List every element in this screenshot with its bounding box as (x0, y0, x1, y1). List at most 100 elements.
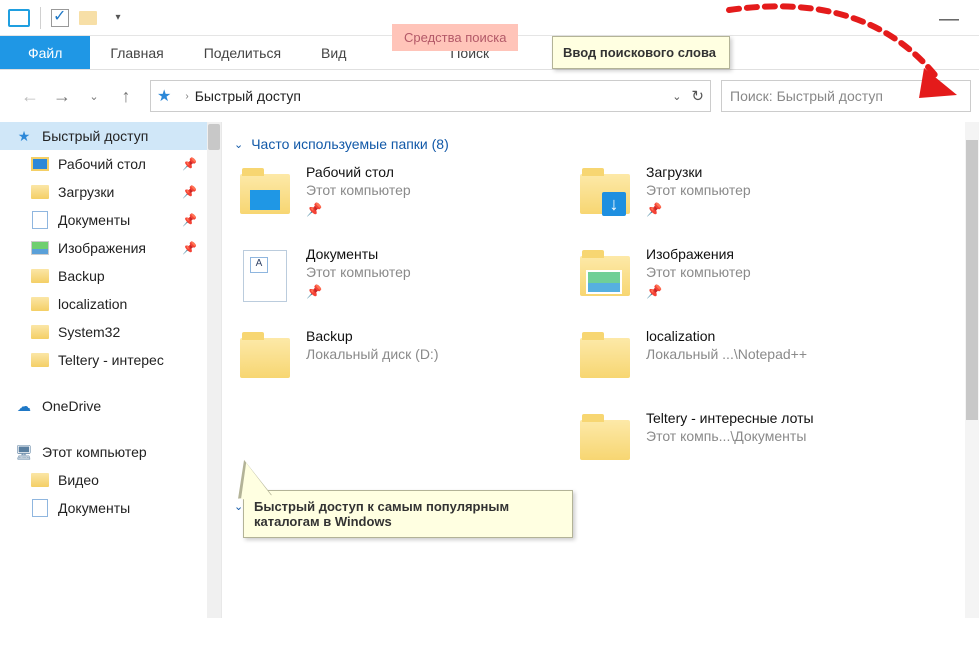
sidebar-item-teltery[interactable]: Teltery - интерес (0, 346, 221, 374)
tile-name: Teltery - интересные лоты (646, 410, 814, 426)
pin-icon: 📌 (182, 185, 197, 199)
pin-icon: 📌 (182, 157, 197, 171)
star-icon: ★ (14, 127, 34, 145)
sidebar-item-label: Изображения (58, 240, 146, 256)
tile-localization[interactable]: localization Локальный ...\Notepad++ (574, 328, 914, 388)
tile-pictures[interactable]: Изображения Этот компьютер 📌 (574, 246, 914, 306)
pictures-icon (30, 239, 50, 257)
sidebar-item-documents[interactable]: Документы 📌 (0, 206, 221, 234)
callout-search-hint: Ввод поискового слова (552, 36, 730, 69)
sidebar-item-documents-pc[interactable]: Документы (0, 494, 221, 522)
tile-documents[interactable]: Документы Этот компьютер 📌 (234, 246, 574, 306)
qat-customize-button[interactable]: ▾ (103, 5, 129, 31)
chevron-down-icon: ⌄ (234, 138, 243, 151)
sidebar-item-system32[interactable]: System32 (0, 318, 221, 346)
tab-view[interactable]: Вид (301, 36, 366, 69)
sidebar-item-label: Документы (58, 500, 130, 516)
tile-sub: Этот компьютер (306, 264, 411, 280)
navigation-pane: ★ Быстрый доступ Рабочий стол 📌 Загрузки… (0, 122, 222, 618)
minimize-button[interactable]: — (939, 8, 959, 31)
refresh-icon[interactable]: ↻ (691, 87, 704, 105)
folder-icon (30, 295, 50, 313)
downloads-icon (30, 183, 50, 201)
tile-sub: Этот компь...\Документы (646, 428, 814, 444)
folder-icon (234, 328, 296, 388)
separator (40, 7, 41, 29)
sidebar-item-label: Быстрый доступ (42, 128, 148, 144)
tile-name: Backup (306, 328, 439, 344)
sidebar-item-label: localization (58, 296, 127, 312)
sidebar-item-label: Backup (58, 268, 105, 284)
documents-icon (30, 211, 50, 229)
documents-icon (30, 499, 50, 517)
tab-share[interactable]: Поделиться (184, 36, 301, 69)
folder-icon (574, 328, 636, 388)
sidebar-item-label: Teltery - интерес (58, 352, 164, 368)
sidebar-item-label: Этот компьютер (42, 444, 147, 460)
folder-icon (30, 351, 50, 369)
chevron-down-icon: ⌄ (234, 500, 243, 513)
sidebar-item-label: Загрузки (58, 184, 114, 200)
desktop-folder-icon (234, 164, 296, 224)
qat-newfolder-button[interactable] (75, 5, 101, 31)
tab-file[interactable]: Файл (0, 36, 90, 69)
nav-forward-button[interactable]: → (48, 82, 76, 110)
sidebar-item-downloads[interactable]: Загрузки 📌 (0, 178, 221, 206)
sidebar-quick-access[interactable]: ★ Быстрый доступ (0, 122, 221, 150)
onedrive-icon: ☁ (14, 397, 34, 415)
sidebar-item-label: Видео (58, 472, 99, 488)
documents-folder-icon (234, 246, 296, 306)
nav-back-button[interactable]: ← (16, 82, 44, 110)
sidebar-scrollbar[interactable] (207, 122, 221, 618)
qat-properties-button[interactable] (47, 5, 73, 31)
address-bar[interactable]: ★ › Быстрый доступ ⌄ ↻ (150, 80, 711, 112)
tile-desktop[interactable]: Рабочий стол Этот компьютер 📌 (234, 164, 574, 224)
tile-backup[interactable]: Backup Локальный диск (D:) (234, 328, 574, 388)
sidebar-item-label: Документы (58, 212, 130, 228)
tile-downloads[interactable]: Загрузки Этот компьютер 📌 (574, 164, 914, 224)
tile-name: localization (646, 328, 807, 344)
sidebar-item-label: OneDrive (42, 398, 101, 414)
sidebar-item-localization[interactable]: localization (0, 290, 221, 318)
sidebar-item-backup[interactable]: Backup (0, 262, 221, 290)
group-label: Часто используемые папки (8) (251, 136, 449, 152)
sidebar-item-pictures[interactable]: Изображения 📌 (0, 234, 221, 262)
tile-sub: Этот компьютер (306, 182, 411, 198)
sidebar-item-desktop[interactable]: Рабочий стол 📌 (0, 150, 221, 178)
tile-sub: Локальный диск (D:) (306, 346, 439, 362)
chevron-right-icon: › (185, 91, 188, 102)
tile-sub: Этот компьютер (646, 264, 751, 280)
pin-icon: 📌 (306, 202, 411, 218)
tile-name: Изображения (646, 246, 751, 262)
sidebar-item-label: Рабочий стол (58, 156, 146, 172)
content-pane: ⌄ Часто используемые папки (8) Рабочий с… (222, 122, 979, 618)
group-frequent-header[interactable]: ⌄ Часто используемые папки (8) (234, 130, 979, 164)
folder-icon (30, 267, 50, 285)
sidebar-item-videos[interactable]: Видео (0, 466, 221, 494)
folder-grid: Рабочий стол Этот компьютер 📌 Загрузки Э… (234, 164, 979, 492)
tile-teltery[interactable]: Teltery - интересные лоты Этот компь...\… (574, 410, 914, 470)
navigation-bar: ← → ⌄ ↑ ★ › Быстрый доступ ⌄ ↻ Поиск: Бы… (0, 70, 979, 122)
search-input[interactable]: Поиск: Быстрый доступ (721, 80, 971, 112)
pin-icon: 📌 (646, 202, 751, 218)
pin-icon: 📌 (306, 284, 411, 300)
pin-icon: 📌 (182, 241, 197, 255)
address-dropdown-icon[interactable]: ⌄ (672, 90, 681, 103)
main-area: ★ Быстрый доступ Рабочий стол 📌 Загрузки… (0, 122, 979, 618)
sidebar-onedrive[interactable]: ☁ OneDrive (0, 392, 221, 420)
tile-name: Документы (306, 246, 411, 262)
search-tools-context-label: Средства поиска (392, 24, 518, 51)
folder-icon (574, 410, 636, 470)
nav-history-dropdown[interactable]: ⌄ (80, 82, 108, 110)
sidebar-this-pc[interactable]: 🖥 Этот компьютер (0, 438, 221, 466)
tile-name: Рабочий стол (306, 164, 411, 180)
tile-sub: Этот компьютер (646, 182, 751, 198)
videos-icon (30, 471, 50, 489)
this-pc-icon: 🖥 (14, 443, 34, 461)
app-icon[interactable] (6, 5, 32, 31)
breadcrumb[interactable]: Быстрый доступ (195, 88, 301, 104)
tab-home[interactable]: Главная (90, 36, 183, 69)
content-scrollbar[interactable] (965, 122, 979, 618)
nav-up-button[interactable]: ↑ (112, 82, 140, 110)
tile-sub: Локальный ...\Notepad++ (646, 346, 807, 362)
